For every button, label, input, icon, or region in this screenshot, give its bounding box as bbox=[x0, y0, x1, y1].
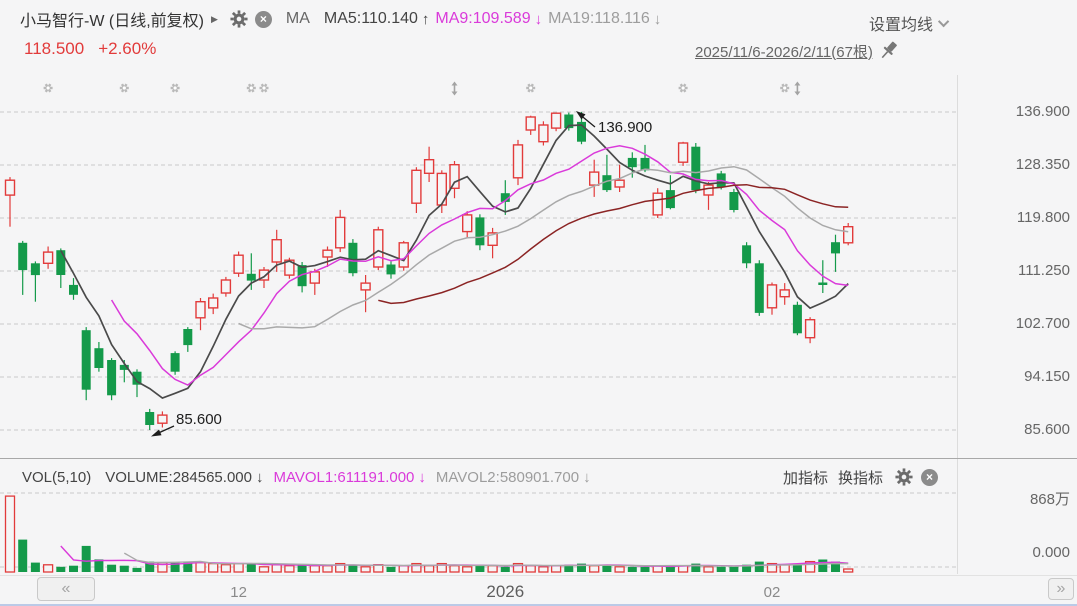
volume-close-icon[interactable]: × bbox=[921, 468, 939, 486]
pane-divider bbox=[0, 458, 1077, 459]
volume-value: VOLUME:284565.000 bbox=[105, 468, 252, 486]
axis-strip-divider bbox=[0, 575, 1077, 576]
ma19-value: MA19:118.116 bbox=[548, 10, 650, 27]
price-axis-label: 102.700 bbox=[1015, 315, 1070, 332]
x-axis-tick: 12 bbox=[230, 584, 247, 601]
chevron-down-icon bbox=[937, 15, 950, 28]
vol-indicator-label: VOL(5,10) bbox=[22, 468, 92, 486]
mavol2-trend-arrow-icon: ↓ bbox=[583, 468, 591, 486]
price-row: 118.500 +2.60% bbox=[24, 39, 156, 59]
ma-settings-button[interactable]: 设置均线 bbox=[869, 11, 950, 35]
visible-range-row: 2025/11/6-2026/2/11(67根) bbox=[695, 40, 899, 62]
indicator-actions: 加指标 换指标 × bbox=[783, 467, 939, 488]
pushpin-icon[interactable] bbox=[879, 40, 899, 62]
volume-settings-gear-icon[interactable] bbox=[895, 468, 913, 486]
symbol-title: 小马智行-W (日线,前复权) bbox=[20, 13, 204, 30]
volume-axis-max: 868万 bbox=[1029, 491, 1070, 508]
low-annotation: 85.600 bbox=[176, 411, 222, 428]
x-axis-tick: 02 bbox=[763, 584, 781, 601]
ma-indicator-label: MA bbox=[285, 10, 310, 27]
last-price: 118.500 bbox=[24, 39, 85, 58]
price-axis-label: 128.350 bbox=[1015, 156, 1070, 173]
kline-app: { "header": { "title": "小马智行-W (日线,前复权)"… bbox=[0, 0, 1077, 606]
chart-canvas[interactable] bbox=[0, 0, 1077, 606]
ma-settings-gear-icon[interactable] bbox=[230, 10, 248, 28]
price-axis-label: 85.600 bbox=[1024, 421, 1070, 438]
ma-settings-label: 设置均线 bbox=[869, 17, 934, 34]
price-axis-label: 94.150 bbox=[1024, 368, 1070, 385]
volume-axis-zero: 0.000 bbox=[1032, 544, 1070, 561]
price-axis-label: 119.800 bbox=[1016, 209, 1070, 226]
switch-indicator-button[interactable]: 换指标 bbox=[838, 467, 883, 488]
ma9-value: MA9:109.589 bbox=[435, 10, 531, 27]
x-axis-tick: 2026 bbox=[486, 582, 525, 601]
ma19-trend-arrow-icon: ↓ bbox=[653, 10, 662, 28]
price-axis-label: 111.250 bbox=[1018, 262, 1070, 279]
chart-header: 小马智行-W (日线,前复权) ▶ × MA MA5:110.140 ↑ MA9… bbox=[20, 9, 662, 30]
visible-range-link[interactable]: 2025/11/6-2026/2/11(67根) bbox=[695, 41, 873, 62]
change-percent: +2.60% bbox=[98, 39, 157, 58]
ma9-trend-arrow-icon: ↓ bbox=[534, 10, 543, 28]
high-annotation: 136.900 bbox=[598, 119, 653, 136]
volume-trend-arrow-icon: ↓ bbox=[255, 468, 264, 486]
ma-close-icon[interactable]: × bbox=[254, 10, 272, 28]
mavol1-trend-arrow-icon: ↓ bbox=[418, 468, 426, 486]
mavol2-value: MAVOL2:580901.700 bbox=[435, 468, 580, 486]
mavol1-value: MAVOL1:611191.000 bbox=[273, 468, 415, 486]
ma5-trend-arrow-icon: ↑ bbox=[421, 10, 430, 28]
add-indicator-button[interactable]: 加指标 bbox=[783, 467, 828, 488]
volume-header: VOL(5,10) VOLUME:284565.000 ↓ MAVOL1:611… bbox=[22, 468, 591, 486]
expand-icon[interactable]: ▶ bbox=[211, 14, 218, 25]
price-axis-label: 136.900 bbox=[1015, 103, 1070, 120]
scroll-right-button[interactable]: » bbox=[1048, 578, 1074, 600]
ma5-value: MA5:110.140 bbox=[323, 10, 418, 27]
scroll-left-button[interactable]: « bbox=[37, 577, 95, 601]
